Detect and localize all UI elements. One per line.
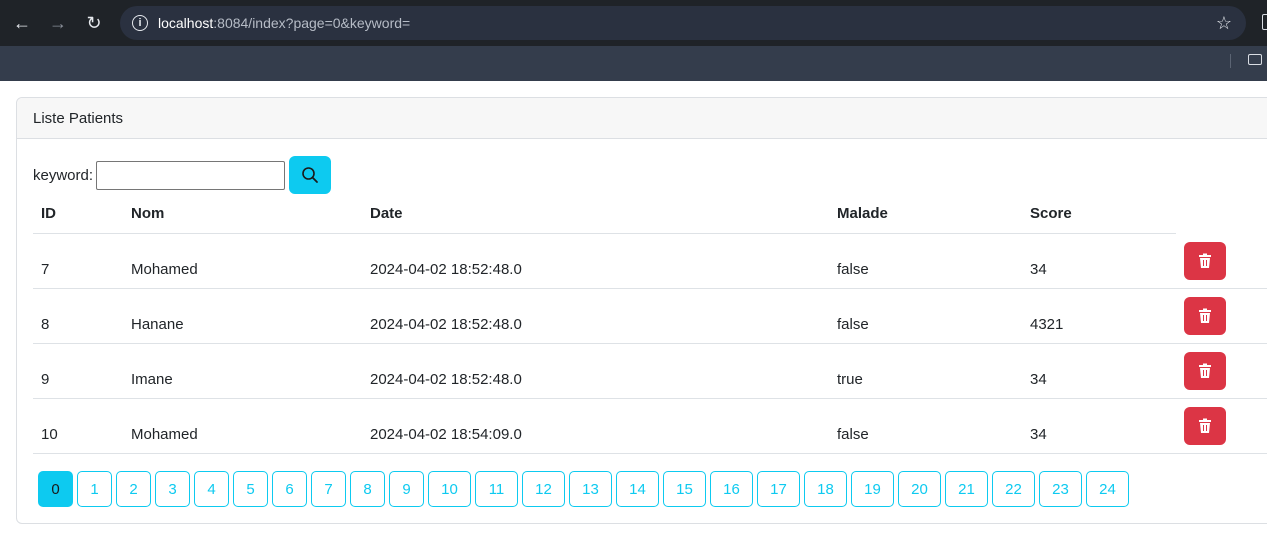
page-link-21[interactable]: 21 [945,471,988,507]
url-text[interactable]: localhost:8084/index?page=0&keyword= [158,15,410,31]
table-header-row: ID Nom Date Malade Score [33,194,1176,234]
header-id: ID [41,205,56,222]
cell-malade: false [837,260,869,278]
page-link-8[interactable]: 8 [350,471,385,507]
search-icon [302,167,318,183]
site-info-icon[interactable]: i [132,15,148,31]
cell-id: 7 [41,260,50,278]
cell-malade: false [837,315,869,333]
header-score: Score [1030,205,1072,222]
bookmarks-divider [1230,54,1231,68]
page-link-2[interactable]: 2 [116,471,151,507]
address-bar[interactable]: i localhost:8084/index?page=0&keyword= ☆ [120,6,1246,40]
cell-id: 8 [41,315,50,333]
page-link-24[interactable]: 24 [1086,471,1129,507]
page-link-15[interactable]: 15 [663,471,706,507]
cell-score: 34 [1030,425,1047,443]
cell-nom: Imane [131,370,173,388]
url-path: :8084/index?page=0&keyword= [213,15,411,31]
page-link-16[interactable]: 16 [710,471,753,507]
cell-date: 2024-04-02 18:52:48.0 [370,315,522,333]
reload-icon[interactable]: ↻ [83,12,105,34]
bookmarks-bar [0,46,1267,81]
page-link-11[interactable]: 11 [475,471,518,507]
table-row: 10 Mohamed 2024-04-02 18:54:09.0 false 3… [33,399,1267,454]
bookmark-folder-icon[interactable] [1248,54,1262,65]
table-row: 7 Mohamed 2024-04-02 18:52:48.0 false 34 [33,234,1267,289]
page-link-0[interactable]: 0 [38,471,73,507]
cell-date: 2024-04-02 18:52:48.0 [370,370,522,388]
url-host: localhost [158,15,214,31]
cell-date: 2024-04-02 18:52:48.0 [370,260,522,278]
delete-button[interactable] [1184,352,1226,390]
header-date: Date [370,205,403,222]
page-link-3[interactable]: 3 [155,471,190,507]
page-link-14[interactable]: 14 [616,471,659,507]
cell-score: 4321 [1030,315,1064,333]
bookmark-star-icon[interactable]: ☆ [1216,13,1232,34]
page-link-6[interactable]: 6 [272,471,307,507]
pagination: 0 1 2 3 4 5 6 7 8 9 10 11 12 13 14 15 16… [38,471,1133,507]
trash-icon [1199,253,1211,268]
cell-nom: Hanane [131,315,184,333]
trash-icon [1199,308,1211,323]
cell-score: 34 [1030,370,1047,388]
patients-card: Liste Patients keyword: ID Nom Date Mala… [16,97,1267,524]
card-title: Liste Patients [33,109,124,127]
cell-malade: true [837,370,863,388]
cell-date: 2024-04-02 18:54:09.0 [370,425,522,443]
keyword-label: keyword: [33,166,94,184]
cell-id: 10 [41,425,58,443]
cell-score: 34 [1030,260,1047,278]
page-link-4[interactable]: 4 [194,471,229,507]
delete-button[interactable] [1184,242,1226,280]
table-row: 9 Imane 2024-04-02 18:52:48.0 true 34 [33,344,1267,399]
browser-toolbar: ← → ↻ i localhost:8084/index?page=0&keyw… [0,0,1267,46]
cell-nom: Mohamed [131,425,198,443]
page-link-10[interactable]: 10 [428,471,471,507]
page-link-7[interactable]: 7 [311,471,346,507]
page-link-9[interactable]: 9 [389,471,424,507]
cell-malade: false [837,425,869,443]
trash-icon [1199,363,1211,378]
search-form: keyword: [33,156,332,194]
page-link-18[interactable]: 18 [804,471,847,507]
trash-icon [1199,418,1211,433]
cell-nom: Mohamed [131,260,198,278]
card-header: Liste Patients [17,98,1267,139]
delete-button[interactable] [1184,297,1226,335]
page-link-20[interactable]: 20 [898,471,941,507]
header-malade: Malade [837,205,888,222]
page-link-17[interactable]: 17 [757,471,800,507]
search-button[interactable] [289,156,332,194]
side-panel-icon[interactable] [1262,14,1267,30]
page-link-5[interactable]: 5 [233,471,268,507]
back-icon[interactable]: ← [11,12,33,34]
page-link-13[interactable]: 13 [569,471,612,507]
page-link-1[interactable]: 1 [77,471,112,507]
forward-icon[interactable]: → [47,12,69,34]
cell-id: 9 [41,370,50,388]
patients-table: ID Nom Date Malade Score 7 Mohamed 2024-… [33,194,1267,454]
page-link-23[interactable]: 23 [1039,471,1082,507]
page-link-22[interactable]: 22 [992,471,1035,507]
table-row: 8 Hanane 2024-04-02 18:52:48.0 false 432… [33,289,1267,344]
keyword-input[interactable] [96,160,286,190]
delete-button[interactable] [1184,407,1226,445]
page-link-12[interactable]: 12 [522,471,565,507]
page-link-19[interactable]: 19 [851,471,894,507]
header-nom: Nom [131,205,165,222]
